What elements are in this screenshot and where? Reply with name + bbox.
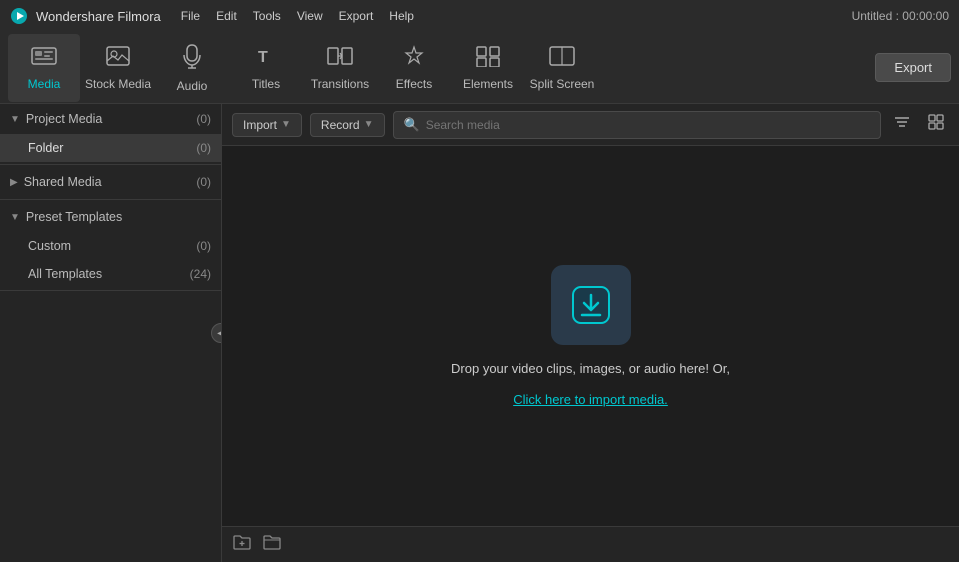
chevron-icon: ▼: [10, 212, 20, 223]
toolbar: Media Stock Media Audio T Titles: [0, 32, 959, 104]
search-input[interactable]: [426, 118, 870, 132]
effects-icon: [401, 45, 427, 73]
sidebar: ▼ Project Media (0) Folder (0) ▶ Shared …: [0, 104, 222, 562]
toolbar-btn-elements[interactable]: Elements: [452, 34, 524, 102]
split-screen-icon: [549, 45, 575, 73]
sidebar-section-preset-templates[interactable]: ▼ Preset Templates: [0, 202, 221, 232]
toolbar-btn-effects[interactable]: Effects: [378, 34, 450, 102]
import-dropdown-arrow: ▼: [281, 119, 291, 130]
section-label: Preset Templates: [26, 210, 122, 224]
search-icon: 🔍: [404, 117, 420, 133]
sidebar-item-all-templates[interactable]: All Templates (24): [0, 260, 221, 288]
section-count: (0): [196, 175, 211, 189]
download-icon: [569, 283, 613, 327]
sidebar-item-label: Folder: [28, 141, 63, 155]
toolbar-btn-titles[interactable]: T Titles: [230, 34, 302, 102]
toolbar-btn-transitions[interactable]: Transitions: [304, 34, 376, 102]
sidebar-collapse-button[interactable]: ◀: [211, 323, 222, 343]
toolbar-btn-label: Stock Media: [85, 77, 151, 91]
record-button[interactable]: Record ▼: [310, 113, 385, 137]
drop-text: Drop your video clips, images, or audio …: [451, 361, 730, 376]
titlebar-menu: File Edit Tools View Export Help: [181, 9, 414, 23]
chevron-icon: ▼: [10, 114, 20, 125]
sidebar-item-folder[interactable]: Folder (0): [0, 134, 221, 162]
toolbar-btn-audio[interactable]: Audio: [156, 34, 228, 102]
window-title: Untitled : 00:00:00: [852, 9, 949, 23]
toolbar-btn-label: Titles: [252, 77, 280, 91]
folder-button[interactable]: [262, 533, 282, 556]
toolbar-btn-label: Effects: [396, 77, 432, 91]
export-button[interactable]: Export: [875, 53, 951, 82]
toolbar-btn-label: Audio: [177, 79, 208, 93]
app-title: Wondershare Filmora: [36, 9, 161, 24]
main-area: ▼ Project Media (0) Folder (0) ▶ Shared …: [0, 104, 959, 562]
drop-zone: Drop your video clips, images, or audio …: [222, 146, 959, 526]
toolbar-btn-stock-media[interactable]: Stock Media: [82, 34, 154, 102]
menu-item-tools[interactable]: Tools: [253, 9, 281, 23]
chevron-icon: ▶: [10, 177, 18, 188]
sidebar-item-count: (0): [196, 141, 211, 155]
import-button[interactable]: Import ▼: [232, 113, 302, 137]
title-bar: Wondershare Filmora File Edit Tools View Exp…: [0, 0, 959, 32]
drop-icon-box: [551, 265, 631, 345]
section-label: Shared Media: [24, 175, 102, 189]
toolbar-btn-split-screen[interactable]: Split Screen: [526, 34, 598, 102]
content-toolbar: Import ▼ Record ▼ 🔍: [222, 104, 959, 146]
new-folder-button[interactable]: [232, 533, 252, 556]
menu-item-help[interactable]: Help: [389, 9, 414, 23]
sidebar-section-project-media[interactable]: ▼ Project Media (0): [0, 104, 221, 134]
section-label: Project Media: [26, 112, 102, 126]
menu-item-view[interactable]: View: [297, 9, 323, 23]
toolbar-btn-label: Transitions: [311, 77, 369, 91]
sidebar-item-count: (0): [196, 239, 211, 253]
audio-icon: [181, 43, 203, 75]
sidebar-sections: ▼ Project Media (0) Folder (0) ▶ Shared …: [0, 104, 221, 291]
bottom-bar: [222, 526, 959, 562]
menu-item-edit[interactable]: Edit: [216, 9, 237, 23]
search-bar: 🔍: [393, 111, 881, 139]
grid-view-button[interactable]: [923, 109, 949, 140]
record-dropdown-arrow: ▼: [364, 119, 374, 130]
titles-icon: T: [253, 45, 279, 73]
filter-button[interactable]: [889, 109, 915, 140]
titlebar-left: Wondershare Filmora File Edit Tools View Exp…: [10, 7, 414, 25]
svg-text:T: T: [258, 49, 268, 66]
record-label: Record: [321, 118, 360, 132]
toolbar-btn-label: Media: [28, 77, 61, 91]
import-link[interactable]: Click here to import media.: [513, 392, 668, 407]
app-logo-icon: [10, 7, 28, 25]
sidebar-item-custom[interactable]: Custom (0): [0, 232, 221, 260]
menu-item-export[interactable]: Export: [339, 9, 374, 23]
media-icon: [31, 45, 57, 73]
elements-icon: [475, 45, 501, 73]
sidebar-section-shared-media[interactable]: ▶ Shared Media (0): [0, 167, 221, 197]
import-label: Import: [243, 118, 277, 132]
sidebar-item-label: All Templates: [28, 267, 102, 281]
section-count: (0): [196, 112, 211, 126]
menu-item-file[interactable]: File: [181, 9, 200, 23]
stock-media-icon: [105, 45, 131, 73]
content-area: Import ▼ Record ▼ 🔍: [222, 104, 959, 562]
sidebar-item-count: (24): [190, 267, 211, 281]
toolbar-btn-label: Elements: [463, 77, 513, 91]
sidebar-item-label: Custom: [28, 239, 71, 253]
toolbar-btn-media[interactable]: Media: [8, 34, 80, 102]
transitions-icon: [327, 45, 353, 73]
toolbar-buttons: Media Stock Media Audio T Titles: [8, 34, 598, 102]
toolbar-btn-label: Split Screen: [530, 77, 595, 91]
